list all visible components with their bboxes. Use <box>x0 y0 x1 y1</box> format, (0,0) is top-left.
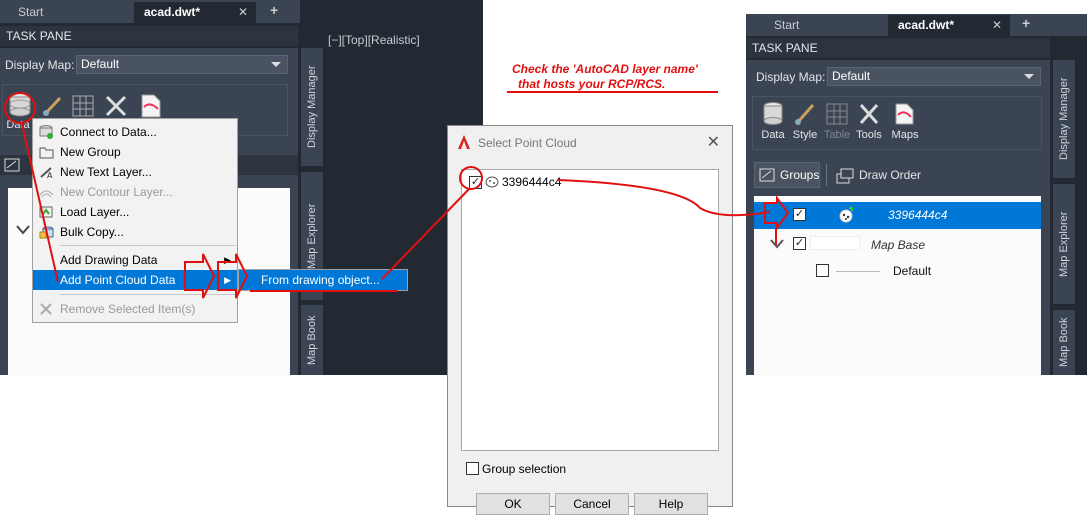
dialog-checkbox-highlight <box>459 166 483 190</box>
annotation-overlay <box>4 91 790 299</box>
data-button-highlight <box>4 92 36 124</box>
menu-arrow-shape <box>217 253 249 299</box>
menu-arrow-shape <box>184 253 216 299</box>
annotation-arrow <box>381 187 471 280</box>
annotation-arrow <box>557 179 771 217</box>
annotation-arrow <box>21 123 59 283</box>
